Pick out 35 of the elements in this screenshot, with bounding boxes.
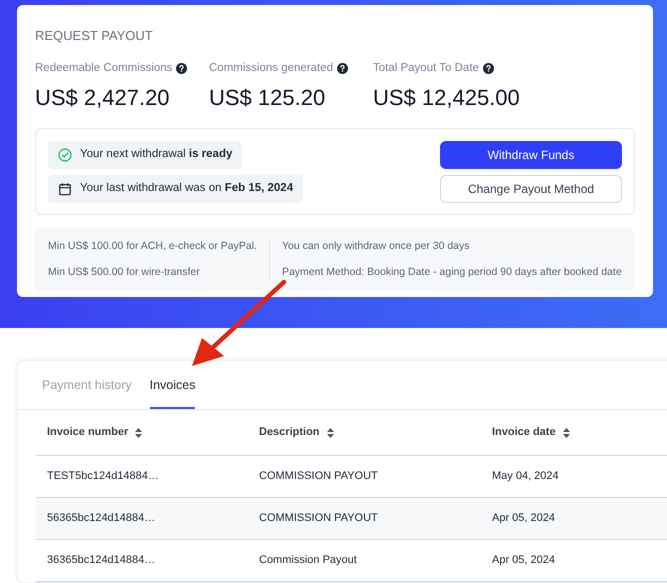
column-header: Invoice number [47, 425, 128, 440]
stat-label: Redeemable Commissions [35, 61, 172, 76]
rule-text: You can only withdraw once per 30 days [282, 239, 471, 254]
stat-label: Total Payout To Date [373, 61, 479, 76]
notice-text: Your last withdrawal was on Feb 15, 2024 [80, 181, 294, 196]
card-title: REQUEST PAYOUT [35, 29, 154, 42]
table-cell-text: Apr 05, 2024 [491, 511, 556, 526]
table-cell-text: COMMISSION PAYOUT [258, 469, 379, 484]
check-circle-icon [58, 148, 72, 162]
sort-icon[interactable] [135, 428, 142, 438]
table-cell-text: Commission Payout [258, 553, 358, 568]
table-cell-text: TEST5bc124d14884… [46, 469, 160, 484]
table-cell-text: COMMISSION PAYOUT [258, 511, 379, 526]
withdraw-button[interactable]: Withdraw Funds [440, 140, 622, 169]
column-header: Invoice date [492, 425, 556, 440]
rule-text: Payment Method: Booking Date - aging period 90 days after booked date [282, 264, 622, 280]
stat-label: Commissions generated [209, 61, 334, 76]
column-header: Description [259, 425, 320, 440]
rule-text: Min US$ 500.00 for wire-transfer [48, 264, 201, 280]
table-cell-text: 56365bc124d14884… [46, 511, 156, 526]
sort-icon[interactable] [562, 428, 570, 438]
help-icon[interactable] [176, 63, 188, 74]
table-cell-text: May 04, 2024 [491, 469, 560, 484]
calendar-icon [58, 182, 72, 196]
stat-value: US$ 125.20 [209, 84, 326, 112]
table-cell-text: Apr 05, 2024 [491, 553, 556, 568]
sort-icon[interactable] [326, 428, 334, 438]
change-method-button[interactable]: Change Payout Method [440, 174, 622, 203]
help-icon[interactable] [482, 63, 494, 74]
help-icon[interactable] [337, 63, 348, 74]
notice-text: Your next withdrawal is ready [80, 147, 232, 162]
rule-text: Min US$ 100.00 for ACH, e-check or PayPal. [48, 239, 257, 254]
stat-value: US$ 12,425.00 [373, 84, 520, 112]
stat-value: US$ 2,427.20 [35, 84, 171, 112]
table-cell-text: 36365bc124d14884… [46, 553, 156, 568]
